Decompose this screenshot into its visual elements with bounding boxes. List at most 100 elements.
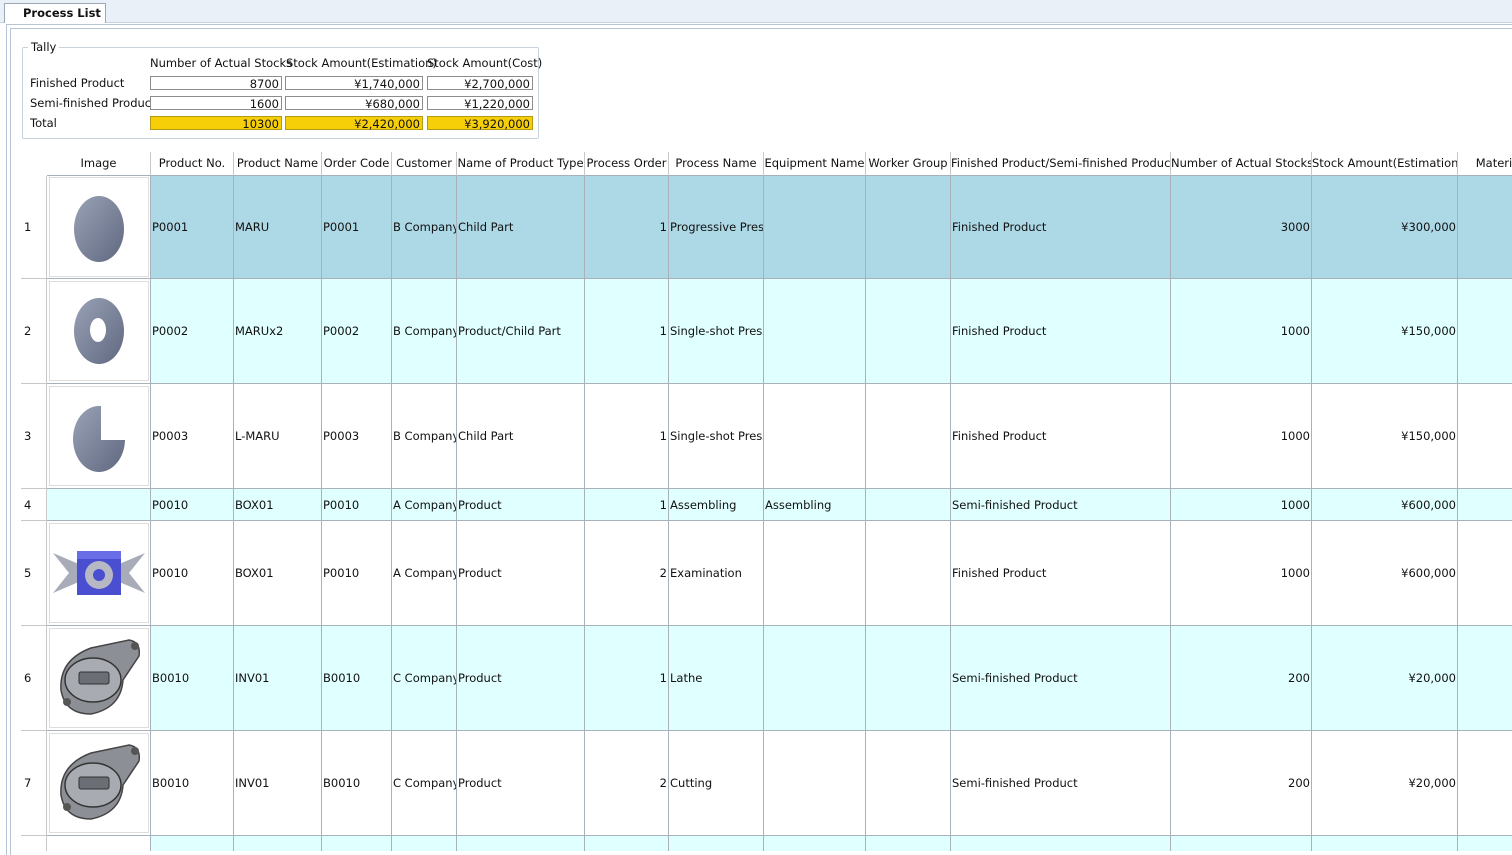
tally-value-field[interactable]: ¥1,740,000: [285, 76, 423, 91]
table-cell[interactable]: ¥600,000: [1312, 489, 1458, 521]
table-row[interactable]: [21, 836, 1512, 851]
table-row[interactable]: 3 P0003 L-MARU P0003 B Company Child Part 1 Sin…: [21, 384, 1512, 489]
table-cell[interactable]: P0010: [151, 521, 234, 626]
table-cell[interactable]: ¥1: [1458, 731, 1512, 836]
table-cell[interactable]: 200: [1171, 626, 1312, 731]
table-cell[interactable]: B0010: [151, 626, 234, 731]
table-cell[interactable]: Cutting: [669, 731, 764, 836]
table-cell[interactable]: Product: [457, 521, 585, 626]
column-header[interactable]: Stock Amount(Estimation): [1312, 152, 1458, 176]
table-row[interactable]: 1 P0001 MARU P0001 B Company Child Part 1 Progr…: [21, 176, 1512, 279]
column-header[interactable]: Process Name: [669, 152, 764, 176]
table-cell[interactable]: P0010: [322, 521, 392, 626]
table-cell[interactable]: 1: [585, 626, 669, 731]
column-header[interactable]: Product Name: [234, 152, 322, 176]
table-cell[interactable]: B0010: [322, 626, 392, 731]
table-cell[interactable]: Semi-finished Product: [951, 626, 1171, 731]
table-cell[interactable]: 1000: [1171, 521, 1312, 626]
table-cell[interactable]: [1458, 836, 1512, 851]
table-cell[interactable]: Product: [457, 489, 585, 521]
table-cell[interactable]: Product: [457, 626, 585, 731]
table-cell[interactable]: 1: [585, 384, 669, 489]
image-cell[interactable]: [47, 731, 151, 836]
table-cell[interactable]: BOX01: [234, 489, 322, 521]
column-header[interactable]: Image: [47, 152, 151, 176]
table-cell[interactable]: [1171, 836, 1312, 851]
table-cell[interactable]: [866, 731, 951, 836]
table-cell[interactable]: 1: [585, 176, 669, 279]
table-cell[interactable]: Lathe: [669, 626, 764, 731]
table-cell[interactable]: 1000: [1171, 489, 1312, 521]
tab-process-list[interactable]: Process List: [4, 3, 106, 23]
column-header[interactable]: Worker Group: [866, 152, 951, 176]
table-cell[interactable]: [764, 836, 866, 851]
table-cell[interactable]: ¥150,000: [1312, 279, 1458, 384]
table-cell[interactable]: Child Part: [457, 176, 585, 279]
table-cell[interactable]: P0002: [151, 279, 234, 384]
image-cell[interactable]: [47, 489, 151, 521]
column-header[interactable]: Number of Actual Stocks: [1171, 152, 1312, 176]
table-cell[interactable]: B Company: [392, 176, 457, 279]
table-cell[interactable]: 1000: [1171, 384, 1312, 489]
table-cell[interactable]: ¥2: [1458, 279, 1512, 384]
table-cell[interactable]: [234, 836, 322, 851]
table-cell[interactable]: Finished Product: [951, 521, 1171, 626]
column-header[interactable]: Name of Product Type: [457, 152, 585, 176]
tally-value-field[interactable]: ¥1,220,000: [427, 96, 533, 111]
row-header[interactable]: 4: [21, 489, 47, 521]
table-cell[interactable]: [151, 836, 234, 851]
column-header[interactable]: Product No.: [151, 152, 234, 176]
table-cell[interactable]: [1312, 836, 1458, 851]
tally-total-field[interactable]: 10300: [150, 116, 282, 131]
row-header[interactable]: 6: [21, 626, 47, 731]
table-cell[interactable]: Semi-finished Product: [951, 489, 1171, 521]
table-cell[interactable]: ¥7: [1458, 176, 1512, 279]
table-cell[interactable]: [866, 521, 951, 626]
table-cell[interactable]: Product/Child Part: [457, 279, 585, 384]
table-cell[interactable]: [866, 279, 951, 384]
table-cell[interactable]: Product: [457, 731, 585, 836]
tally-value-field[interactable]: 8700: [150, 76, 282, 91]
table-cell[interactable]: Progressive Press: [669, 176, 764, 279]
table-cell[interactable]: ¥600,000: [1312, 521, 1458, 626]
table-cell[interactable]: [866, 836, 951, 851]
table-cell[interactable]: B Company: [392, 384, 457, 489]
table-cell[interactable]: L-MARU: [234, 384, 322, 489]
table-cell[interactable]: 200: [1171, 731, 1312, 836]
table-cell[interactable]: [457, 836, 585, 851]
table-cell[interactable]: [866, 384, 951, 489]
table-cell[interactable]: B Company: [392, 279, 457, 384]
table-cell[interactable]: 2: [585, 521, 669, 626]
table-cell[interactable]: [764, 384, 866, 489]
tally-value-field[interactable]: 1600: [150, 96, 282, 111]
table-cell[interactable]: MARUx2: [234, 279, 322, 384]
column-header[interactable]: Finished Product/Semi-finished Product: [951, 152, 1171, 176]
table-row[interactable]: 4 P0010 BOX01 P0010 A Company Product 1 Assembl…: [21, 489, 1512, 521]
table-cell[interactable]: [392, 836, 457, 851]
table-cell[interactable]: [866, 489, 951, 521]
table-cell[interactable]: ¥20,000: [1312, 626, 1458, 731]
table-cell[interactable]: [669, 836, 764, 851]
table-cell[interactable]: [764, 521, 866, 626]
table-cell[interactable]: 3000: [1171, 176, 1312, 279]
table-row[interactable]: 5 P0010 BOX01 P0010 A Company Product 2 Examina…: [21, 521, 1512, 626]
image-cell[interactable]: [47, 176, 151, 279]
table-cell[interactable]: [764, 176, 866, 279]
table-cell[interactable]: P0003: [322, 384, 392, 489]
image-cell[interactable]: [47, 626, 151, 731]
table-cell[interactable]: P0001: [151, 176, 234, 279]
table-cell[interactable]: Finished Product: [951, 279, 1171, 384]
tally-total-field[interactable]: ¥2,420,000: [285, 116, 423, 131]
table-cell[interactable]: ¥300,000: [1312, 176, 1458, 279]
table-cell[interactable]: [322, 836, 392, 851]
table-cell[interactable]: INV01: [234, 731, 322, 836]
table-cell[interactable]: Examination: [669, 521, 764, 626]
row-header[interactable]: 2: [21, 279, 47, 384]
table-cell[interactable]: P0010: [151, 489, 234, 521]
table-cell[interactable]: ¥150,000: [1312, 384, 1458, 489]
table-cell[interactable]: C Company: [392, 731, 457, 836]
table-cell[interactable]: C Company: [392, 626, 457, 731]
column-header[interactable]: Customer: [392, 152, 457, 176]
image-cell[interactable]: [47, 521, 151, 626]
table-cell[interactable]: 1000: [1171, 279, 1312, 384]
